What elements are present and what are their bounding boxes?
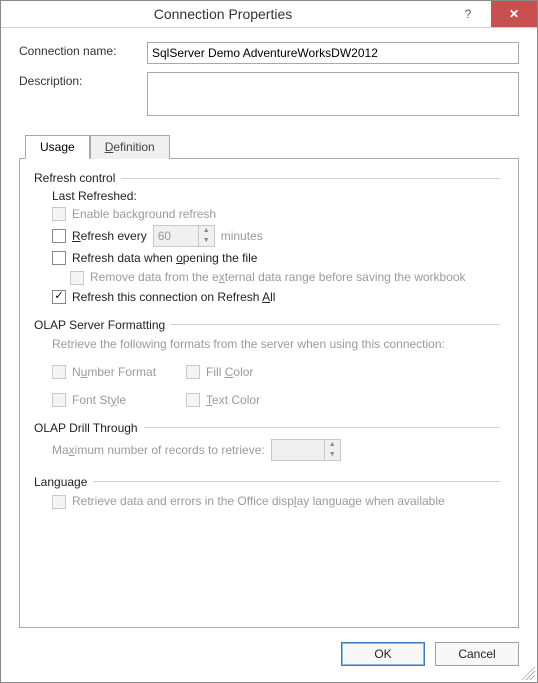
refresh-on-open-checkbox[interactable] xyxy=(52,251,66,265)
refresh-on-open-label: Refresh data when opening the file xyxy=(72,251,257,265)
group-language: Language Retrieve data and errors in the… xyxy=(34,475,504,514)
tabstrip: Usage Definition xyxy=(19,135,519,159)
connection-name-label: Connection name: xyxy=(19,42,147,58)
help-button[interactable]: ? xyxy=(445,1,491,27)
window-title: Connection Properties xyxy=(1,6,445,22)
dialog-body: Connection name: Description: Usage Defi… xyxy=(1,28,537,628)
tabs: Usage Definition Refresh control Last Re… xyxy=(19,134,519,628)
language-retrieve-checkbox xyxy=(52,495,66,509)
group-olap-drill: OLAP Drill Through Maximum number of rec… xyxy=(34,421,504,465)
description-row: Description: xyxy=(19,72,519,116)
refresh-all-label: Refresh this connection on Refresh All xyxy=(72,290,275,304)
connection-properties-dialog: Connection Properties ? ✕ Connection nam… xyxy=(0,0,538,683)
font-style-label: Font Style xyxy=(72,393,126,407)
group-olap-drill-title: OLAP Drill Through xyxy=(34,421,504,435)
tab-usage-label: Usage xyxy=(40,140,75,154)
enable-background-checkbox xyxy=(52,207,66,221)
close-icon: ✕ xyxy=(509,7,519,21)
tab-panel-usage: Refresh control Last Refreshed: Enable b… xyxy=(19,158,519,628)
ok-button-label: OK xyxy=(374,647,391,661)
font-style-row: Font Style xyxy=(52,393,156,407)
refresh-all-checkbox[interactable] xyxy=(52,290,66,304)
number-format-checkbox xyxy=(52,365,66,379)
last-refreshed-label: Last Refreshed: xyxy=(52,189,137,203)
olap-formatting-subtext: Retrieve the following formats from the … xyxy=(34,336,504,353)
connection-name-row: Connection name: xyxy=(19,42,519,64)
text-color-label: Text Color xyxy=(206,393,260,407)
dialog-footer: OK Cancel xyxy=(1,628,537,682)
refresh-on-open-row: Refresh data when opening the file xyxy=(52,251,504,265)
max-records-label: Maximum number of records to retrieve: xyxy=(52,443,265,457)
fill-color-label: Fill Color xyxy=(206,365,253,379)
help-icon: ? xyxy=(465,7,472,21)
remove-data-checkbox xyxy=(70,271,84,285)
refresh-every-spinner: 60 ▲▼ xyxy=(153,225,215,247)
resize-grip-icon[interactable] xyxy=(521,666,535,680)
number-format-row: Number Format xyxy=(52,365,156,379)
text-color-checkbox xyxy=(186,393,200,407)
refresh-every-checkbox[interactable] xyxy=(52,229,66,243)
group-language-title: Language xyxy=(34,475,504,489)
enable-background-label: Enable background refresh xyxy=(72,207,216,221)
refresh-every-unit: minutes xyxy=(221,229,263,243)
language-retrieve-row: Retrieve data and errors in the Office d… xyxy=(34,493,504,510)
close-button[interactable]: ✕ xyxy=(491,1,537,27)
max-records-row: Maximum number of records to retrieve: ▲… xyxy=(34,439,504,461)
group-olap-formatting-title: OLAP Server Formatting xyxy=(34,318,504,332)
cancel-button-label: Cancel xyxy=(458,647,495,661)
group-refresh-control-title: Refresh control xyxy=(34,171,504,185)
fill-color-checkbox xyxy=(186,365,200,379)
connection-name-input[interactable] xyxy=(147,42,519,64)
tab-definition-label: Definition xyxy=(105,140,155,154)
tab-definition[interactable]: Definition xyxy=(90,135,170,159)
refresh-every-value: 60 xyxy=(154,229,198,243)
remove-data-label: Remove data from the external data range… xyxy=(90,269,504,286)
refresh-all-row: Refresh this connection on Refresh All xyxy=(52,290,504,304)
language-retrieve-label: Retrieve data and errors in the Office d… xyxy=(72,493,504,510)
group-refresh-control: Refresh control Last Refreshed: Enable b… xyxy=(34,171,504,308)
title-buttons: ? ✕ xyxy=(445,1,537,27)
refresh-every-row: Refresh every 60 ▲▼ minutes xyxy=(52,225,504,247)
font-style-checkbox xyxy=(52,393,66,407)
number-format-label: Number Format xyxy=(72,365,156,379)
enable-background-row: Enable background refresh xyxy=(52,207,504,221)
spinner-arrows-icon: ▲▼ xyxy=(198,226,214,246)
last-refreshed-row: Last Refreshed: xyxy=(52,189,504,203)
titlebar: Connection Properties ? ✕ xyxy=(1,1,537,28)
cancel-button[interactable]: Cancel xyxy=(435,642,519,666)
refresh-every-label: Refresh every xyxy=(72,229,147,243)
group-olap-formatting: OLAP Server Formatting Retrieve the foll… xyxy=(34,318,504,411)
spinner-arrows-icon: ▲▼ xyxy=(324,440,340,460)
description-input[interactable] xyxy=(147,72,519,116)
text-color-row: Text Color xyxy=(186,393,260,407)
max-records-spinner: ▲▼ xyxy=(271,439,341,461)
description-label: Description: xyxy=(19,72,147,88)
remove-data-row: Remove data from the external data range… xyxy=(52,269,504,286)
ok-button[interactable]: OK xyxy=(341,642,425,666)
tab-usage[interactable]: Usage xyxy=(25,135,90,159)
fill-color-row: Fill Color xyxy=(186,365,260,379)
